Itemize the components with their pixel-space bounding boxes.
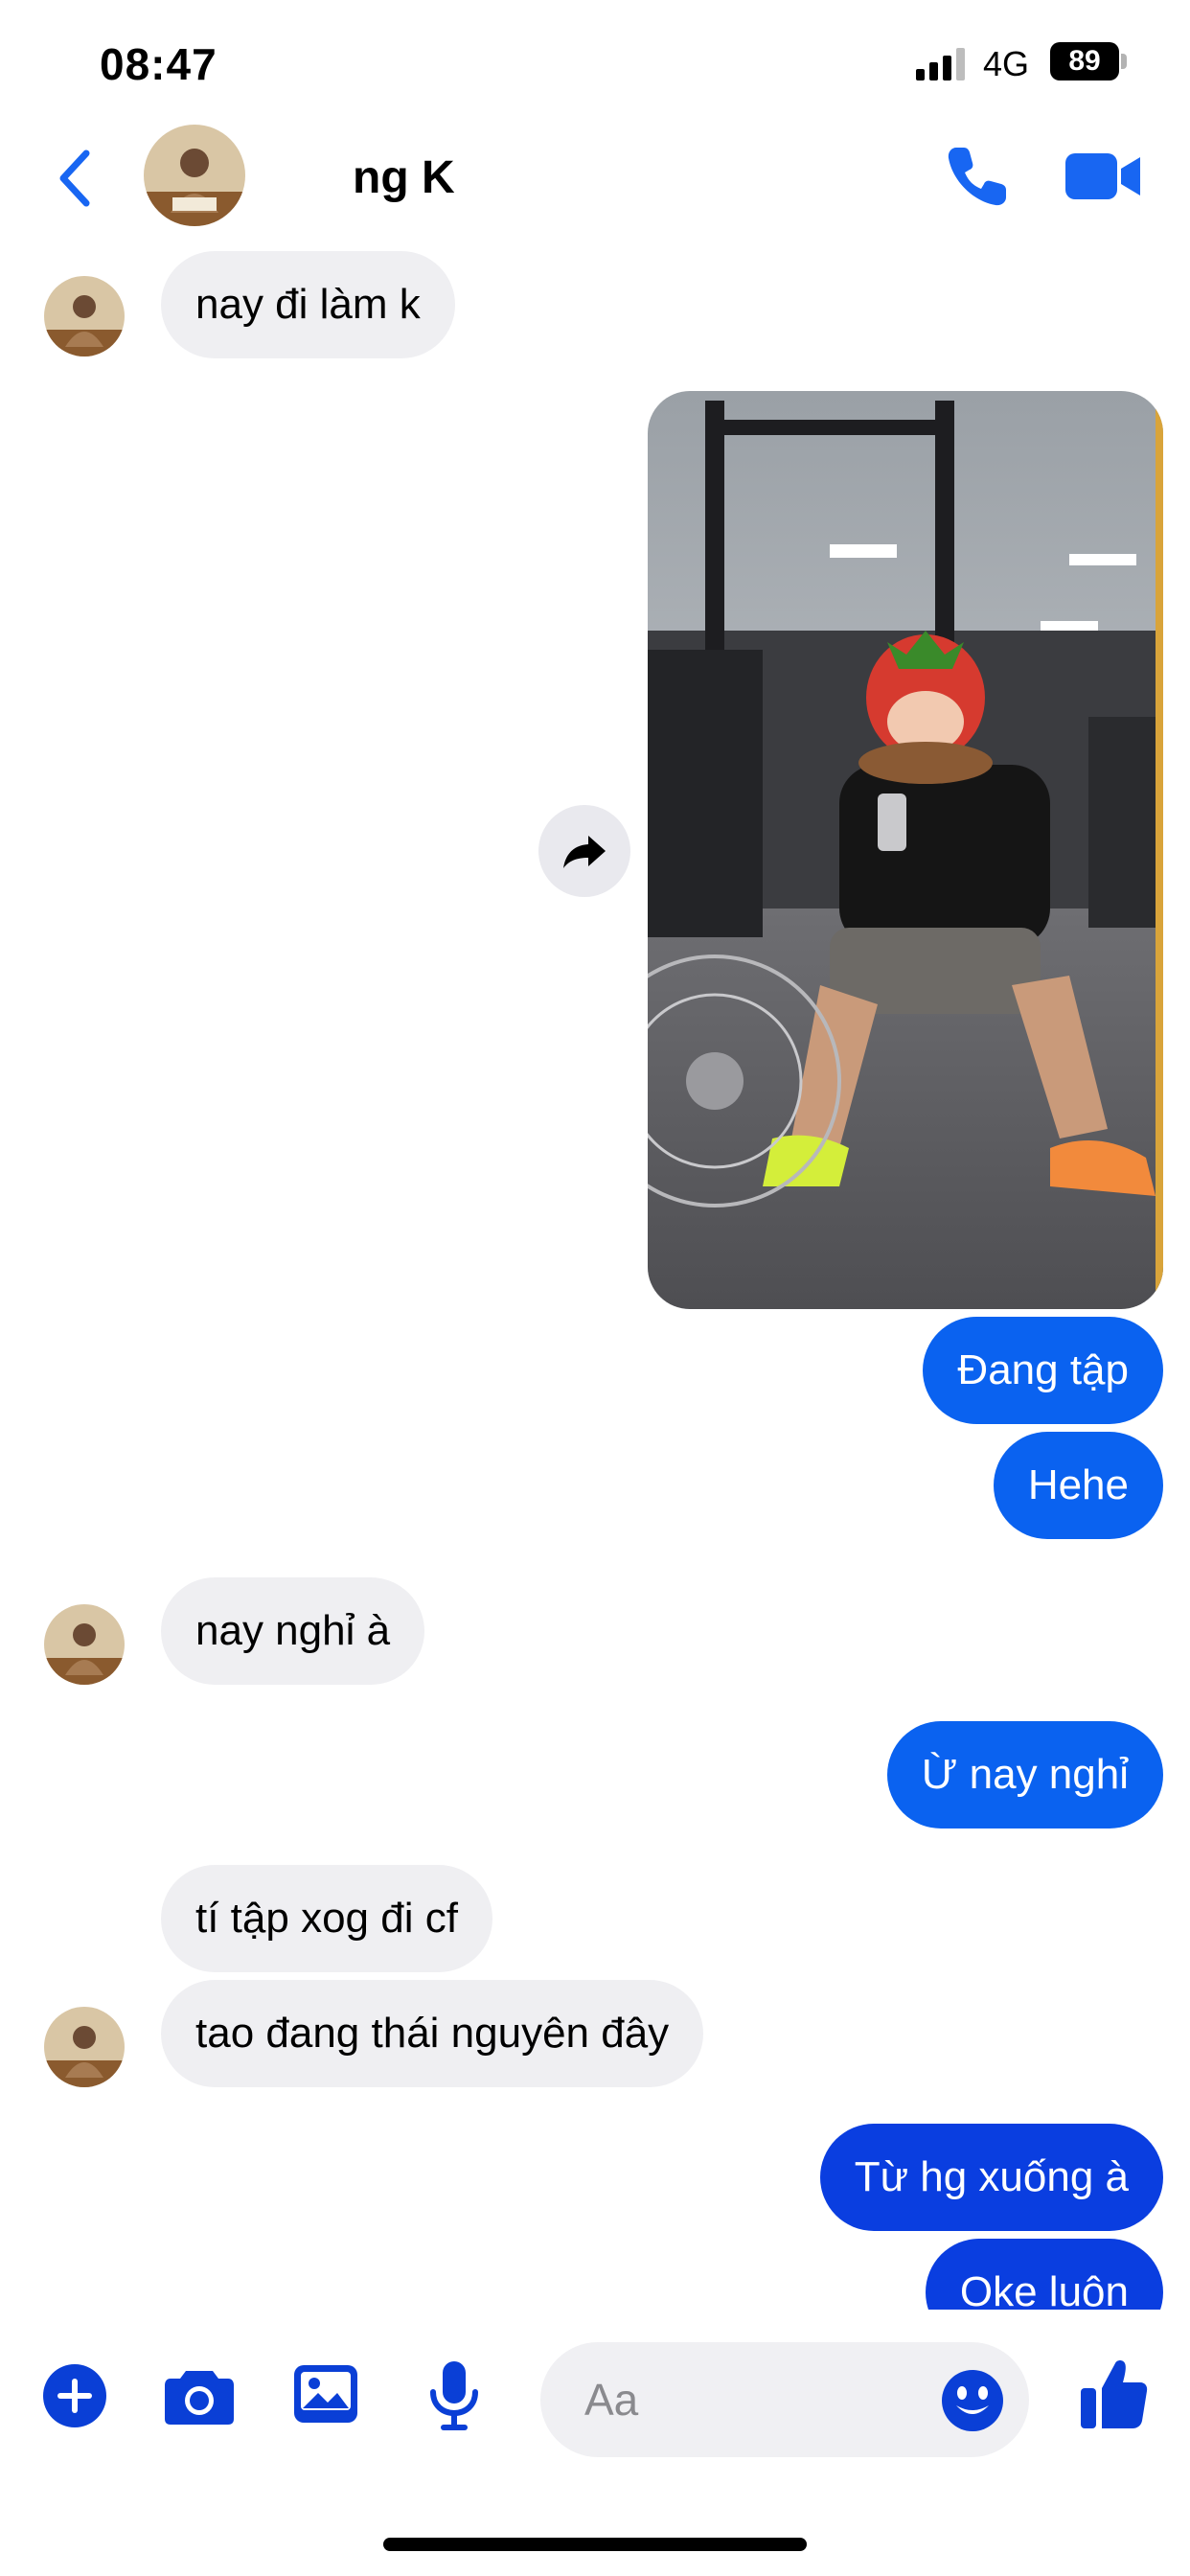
message-bubble-incoming[interactable]: nay nghỉ à	[161, 1577, 425, 1685]
message-list: nay đi làm k Đang tập Hehe nay nghỉ à Ừ …	[0, 232, 1190, 2310]
contact-name[interactable]: ng K	[353, 151, 455, 204]
video-camera-icon	[1065, 153, 1140, 199]
message-bubble-incoming[interactable]: tao đang thái nguyên đây	[161, 1980, 704, 2087]
message-bubble-outgoing[interactable]: Đang tập	[923, 1317, 1163, 1424]
network-type: 4G	[983, 44, 1030, 83]
message-bubble-incoming[interactable]: nay đi làm k	[161, 251, 455, 358]
more-actions-button[interactable]	[42, 2363, 107, 2428]
microphone-icon	[430, 2361, 478, 2430]
like-button[interactable]	[1079, 2358, 1148, 2430]
sender-avatar[interactable]	[44, 276, 125, 356]
video-call-button[interactable]	[1064, 146, 1144, 207]
camera-button[interactable]	[163, 2363, 236, 2428]
forward-icon	[563, 836, 606, 868]
message-composer	[0, 2310, 1190, 2482]
thumbs-up-icon	[1081, 2360, 1148, 2428]
battery-tip	[1121, 54, 1127, 69]
sender-avatar[interactable]	[44, 2007, 125, 2087]
back-button[interactable]	[46, 144, 103, 213]
message-bubble-outgoing[interactable]: Từ hg xuống à	[819, 2124, 1163, 2231]
chat-header: ng K	[0, 125, 1190, 232]
back-chevron-icon	[59, 150, 90, 207]
camera-icon	[165, 2371, 234, 2425]
voice-message-button[interactable]	[427, 2359, 481, 2434]
plus-icon	[43, 2364, 106, 2427]
emoji-icon	[942, 2370, 1003, 2431]
signal-icon	[916, 48, 966, 80]
message-bubble-outgoing[interactable]: Ừ nay nghỉ	[886, 1721, 1163, 1828]
status-bar: 08:47 4G 89	[0, 0, 1190, 125]
emoji-button[interactable]	[941, 2369, 1004, 2432]
message-bubble-outgoing[interactable]: Oke luôn	[925, 2239, 1163, 2310]
home-indicator	[383, 2538, 807, 2551]
message-input[interactable]	[584, 2342, 929, 2457]
image-icon	[294, 2365, 357, 2423]
message-bubble-outgoing[interactable]: Hehe	[993, 1432, 1163, 1539]
gallery-button[interactable]	[293, 2363, 358, 2425]
message-input-container	[540, 2342, 1029, 2457]
message-bubble-incoming[interactable]: tí tập xog đi cf	[161, 1865, 492, 1972]
forward-button[interactable]	[538, 805, 630, 897]
sender-avatar[interactable]	[44, 1604, 125, 1685]
shared-photo[interactable]	[648, 391, 1163, 1309]
phone-icon	[948, 148, 1006, 206]
call-button[interactable]	[943, 142, 1012, 211]
contact-avatar[interactable]	[144, 125, 245, 226]
battery-icon: 89	[1050, 42, 1119, 80]
status-time: 08:47	[100, 39, 217, 89]
